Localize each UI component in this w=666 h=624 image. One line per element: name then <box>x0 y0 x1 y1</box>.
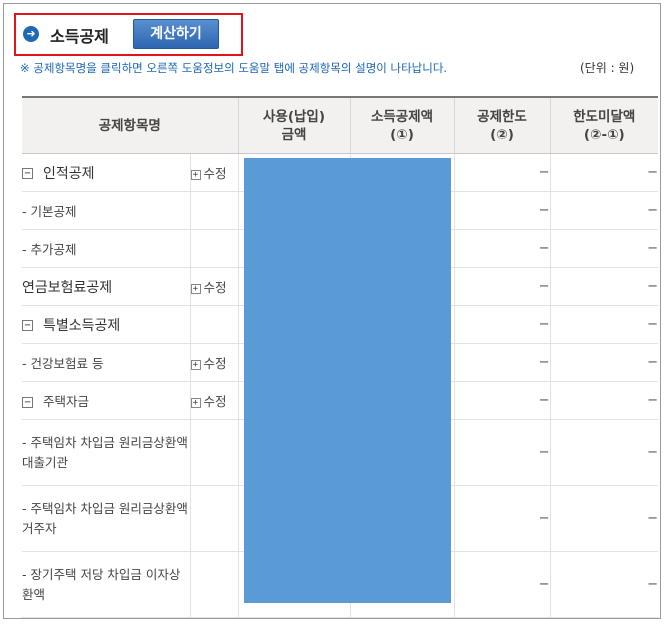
col-header-remaining-line1: 한도미달액 <box>573 108 636 125</box>
edit-button[interactable]: + 수정 <box>190 381 239 420</box>
remaining-cell: − <box>550 381 659 420</box>
row-label[interactable]: 주택자금 <box>43 394 89 409</box>
edit-label: 수정 <box>203 280 227 295</box>
collapse-icon[interactable]: − <box>22 320 33 331</box>
table-header-row: 공제항목명 사용(납입) 금액 소득공제액 (①) 공제한도 (②) 한도미달액… <box>22 96 659 154</box>
remaining-cell: − <box>550 419 659 486</box>
remaining-cell: − <box>550 551 659 618</box>
row-label[interactable]: - 장기주택 저당 차입금 이자상환액 <box>22 551 191 618</box>
edit-cell <box>190 551 239 618</box>
row-label[interactable]: 특별소득공제 <box>43 318 120 334</box>
edit-cell <box>190 305 239 344</box>
remaining-cell: − <box>550 343 659 382</box>
edit-button[interactable]: + 수정 <box>190 343 239 382</box>
plus-icon: + <box>190 397 201 408</box>
col-header-limit-line2: (②) <box>490 126 514 143</box>
row-label[interactable]: - 주택임차 차입금 원리금상환액 대출기관 <box>22 419 191 486</box>
col-header-used-line2: 금액 <box>281 126 307 143</box>
plus-icon: + <box>190 283 201 294</box>
edit-label: 수정 <box>203 356 227 371</box>
limit-cell: − <box>454 551 551 618</box>
col-header-used: 사용(납입) 금액 <box>238 96 351 154</box>
edit-label: 수정 <box>203 394 227 409</box>
col-header-name: 공제항목명 <box>22 96 239 154</box>
unit-label: (단위 : 원) <box>580 61 635 75</box>
section-title: 소득공제 <box>50 27 109 46</box>
col-header-used-line1: 사용(납입) <box>263 108 326 125</box>
help-notice: ※ 공제항목명을 클릭하면 오른쪽 도움정보의 도움말 탭에 공제항목의 설명이… <box>20 61 448 75</box>
col-header-remaining: 한도미달액 (②-①) <box>550 96 659 154</box>
col-header-deduction-line2: (①) <box>390 126 414 143</box>
row-label[interactable]: 인적공제 <box>43 166 95 182</box>
row-label[interactable]: - 건강보험료 등 <box>22 343 191 382</box>
limit-cell: − <box>454 305 551 344</box>
row-label-cell[interactable]: − 인적공제 <box>22 153 191 192</box>
limit-cell: − <box>454 153 551 192</box>
remaining-cell: − <box>550 305 659 344</box>
arrow-right-circle-icon: ➜ <box>23 26 39 42</box>
col-header-deduction: 소득공제액 (①) <box>350 96 455 154</box>
row-label-cell[interactable]: − 특별소득공제 <box>22 305 191 344</box>
col-header-deduction-line1: 소득공제액 <box>370 108 434 125</box>
remaining-cell: − <box>550 191 659 230</box>
remaining-cell: − <box>550 229 659 268</box>
row-label[interactable]: 연금보험료공제 <box>22 267 191 306</box>
collapse-icon[interactable]: − <box>22 397 33 408</box>
edit-cell <box>190 419 239 486</box>
remaining-cell: − <box>550 267 659 306</box>
plus-icon: + <box>190 169 201 180</box>
limit-cell: − <box>454 229 551 268</box>
limit-cell: − <box>454 343 551 382</box>
remaining-cell: − <box>550 485 659 552</box>
redaction-block <box>244 158 451 603</box>
edit-cell <box>190 229 239 268</box>
edit-button[interactable]: + 수정 <box>190 153 239 192</box>
limit-cell: − <box>454 419 551 486</box>
row-label[interactable]: - 주택임차 차입금 원리금상환액 거주자 <box>22 485 191 552</box>
edit-button[interactable]: + 수정 <box>190 267 239 306</box>
calculate-button[interactable]: 계산하기 <box>133 19 219 49</box>
row-label[interactable]: - 기본공제 <box>22 191 191 230</box>
limit-cell: − <box>454 267 551 306</box>
limit-cell: − <box>454 381 551 420</box>
edit-cell <box>190 191 239 230</box>
col-header-limit: 공제한도 (②) <box>454 96 551 154</box>
remaining-cell: − <box>550 153 659 192</box>
col-header-limit-line1: 공제한도 <box>477 108 527 125</box>
col-header-remaining-line2: (②-①) <box>583 126 625 143</box>
limit-cell: − <box>454 191 551 230</box>
edit-label: 수정 <box>203 166 227 181</box>
collapse-icon[interactable]: − <box>22 168 33 179</box>
plus-icon: + <box>190 359 201 370</box>
limit-cell: − <box>454 485 551 552</box>
row-label[interactable]: - 추가공제 <box>22 229 191 268</box>
row-label-cell[interactable]: − 주택자금 <box>22 381 191 420</box>
edit-cell <box>190 485 239 552</box>
